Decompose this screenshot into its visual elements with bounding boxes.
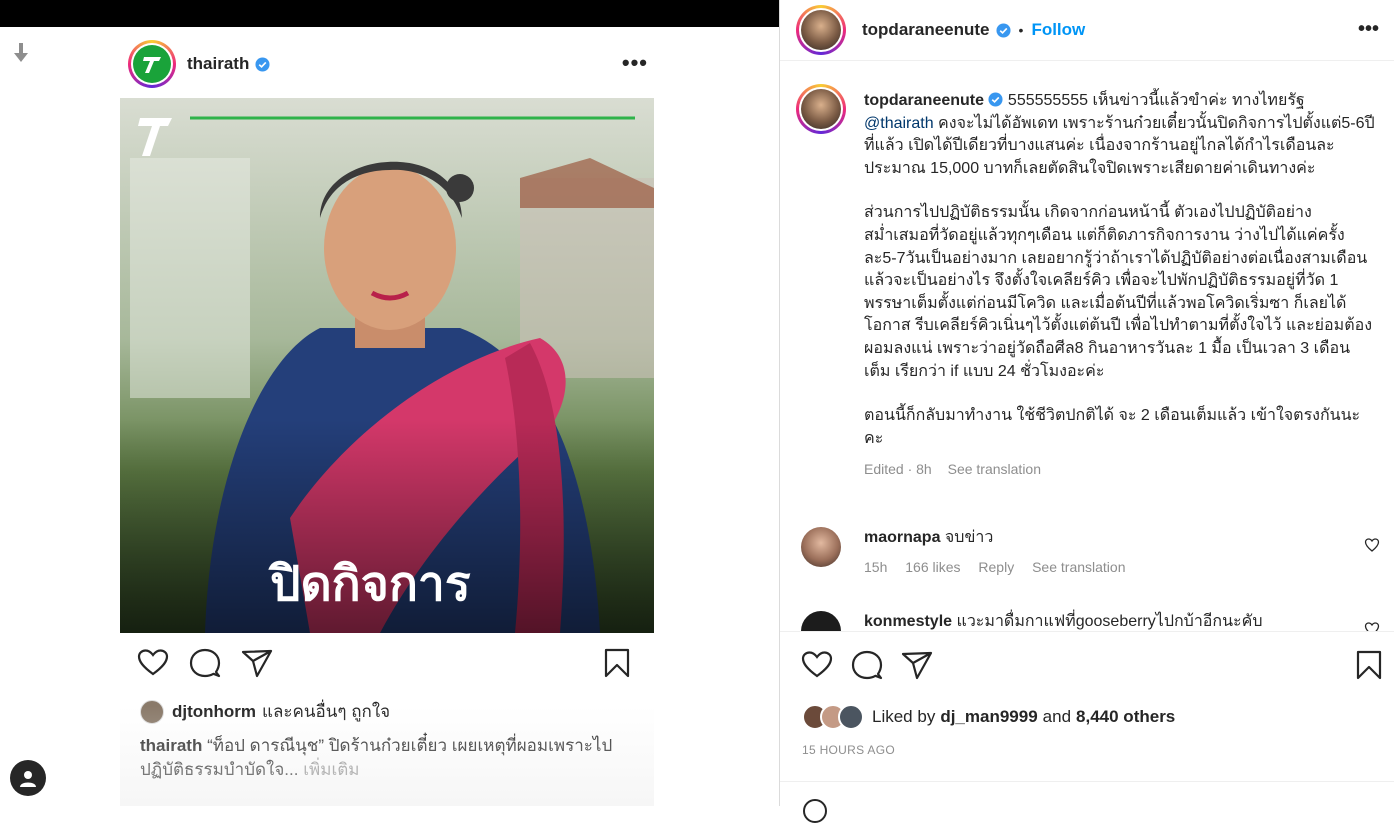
caption-p1-start: 555555555 เห็นข่าวนี้แล้วขำค่ะ ทางไทยรัฐ [1007,92,1305,109]
like-heart-icon[interactable] [800,648,834,682]
comment-text: จบข่าว [944,529,994,546]
feed-panel: thairath ••• ปิดกิจการ djtonhorm และคนอื… [0,0,779,806]
author-avatar[interactable] [796,5,846,55]
verified-badge-icon [255,56,270,72]
save-bookmark-icon[interactable] [1352,648,1386,682]
reply-button[interactable]: Reply [978,559,1014,575]
see-translation-link[interactable]: See translation [1032,559,1125,575]
caption-author-username[interactable]: topdaraneenute [864,92,984,109]
more-options-icon[interactable]: ••• [1358,18,1379,41]
commenter-avatar[interactable] [801,527,841,567]
author-username[interactable]: topdaraneenute [862,20,990,40]
comment-bubble-icon[interactable] [188,646,222,680]
follow-button[interactable]: Follow [1031,20,1085,40]
feed-likes-line: djtonhorm และคนอื่นๆ ถูกใจ [140,698,390,725]
more-options-icon[interactable]: ••• [622,50,648,76]
liked-by-and: and [1042,707,1072,726]
liked-by-user[interactable]: dj_man9999 [940,707,1037,727]
caption-text: “ท็อป ดารณีนุช” ปิดร้านก๋วยเตี๋ยว เผยเหต… [140,736,613,779]
verified-badge-icon [988,92,1003,107]
post-image[interactable]: ปิดกิจการ [120,98,654,633]
add-comment-bar[interactable] [780,781,1394,823]
caption-username[interactable]: thairath [140,736,202,755]
edited-time: Edited · 8h [864,461,932,478]
post-author-username[interactable]: thairath [187,54,249,74]
download-arrow-icon[interactable] [12,42,30,64]
separator-dot: • [1018,22,1024,38]
comment-age: 15h [864,559,888,575]
share-send-icon[interactable] [240,646,274,680]
profile-account-icon[interactable] [10,760,46,796]
caption-more-link[interactable]: เพิ่มเติม [303,760,359,779]
caption-author-avatar[interactable] [796,84,846,134]
comment-meta: 15h 166 likes Reply See translation [864,559,1140,575]
caption-p3: ตอนนี้ก็กลับมาทำงาน ใช้ชีวิตปกติได้ จะ 2… [864,407,1361,447]
post-image-overlay-text: ปิดกิจการ [270,556,471,612]
comment-like-heart-icon[interactable] [1364,621,1380,632]
like-heart-icon[interactable] [136,646,170,680]
liker-avatar[interactable] [140,699,164,724]
liked-by-prefix: Liked by [872,707,936,726]
post-timestamp: 15 HOURS AGO [802,743,895,757]
post-actions-bar [136,646,632,682]
comment-likes[interactable]: 166 likes [905,559,960,575]
caption-p2: ส่วนการไปปฏิบัติธรรมนั้น เกิดจากก่อนหน้า… [864,204,1373,380]
verified-badge-icon [996,22,1011,38]
post-detail-panel: topdaraneenute • Follow ••• topdaraneenu… [779,0,1394,823]
share-send-icon[interactable] [900,648,934,682]
liker-username[interactable]: djtonhorm [172,702,256,722]
detail-header: topdaraneenute • Follow ••• [780,0,1394,61]
comments-scroll-area[interactable]: topdaraneenute 555555555 เห็นข่าวนี้แล้ว… [780,62,1394,632]
thairath-avatar[interactable] [128,40,176,88]
commenter-username[interactable]: konmestyle [864,613,952,630]
thairath-logo-icon [133,45,171,83]
feed-caption: thairath “ท็อป ดารณีนุช” ปิดร้านก๋วยเตี๋… [140,734,640,782]
mention-link[interactable]: @thairath [864,115,934,132]
liker-avatars[interactable] [802,704,866,730]
commenter-avatar[interactable] [801,611,841,631]
likes-suffix: และคนอื่นๆ ถูกใจ [262,702,391,721]
post-header: thairath ••• [128,40,648,88]
comment-like-heart-icon[interactable] [1364,537,1380,553]
liked-by-line: Liked by dj_man9999 and 8,440 others [802,704,1175,730]
save-bookmark-icon[interactable] [600,646,634,680]
detail-actions-bar [796,648,1386,684]
caption-meta: Edited · 8h See translation [864,458,1376,481]
caption-p1-end: คงจะไม่ได้อัพเดท เพราะร้านก๋วยเตี๋ยวนั้น… [864,114,1375,177]
emoji-icon[interactable] [802,798,828,824]
commenter-username[interactable]: maornapa [864,529,940,546]
top-black-bar [0,0,779,27]
liked-by-others[interactable]: 8,440 others [1076,707,1175,727]
see-translation-link[interactable]: See translation [948,461,1041,477]
comment-text: แวะมาดื่มกาแฟที่gooseberryไปกบ้าอีกนะคับ [956,613,1263,630]
comment-bubble-icon[interactable] [850,648,884,682]
